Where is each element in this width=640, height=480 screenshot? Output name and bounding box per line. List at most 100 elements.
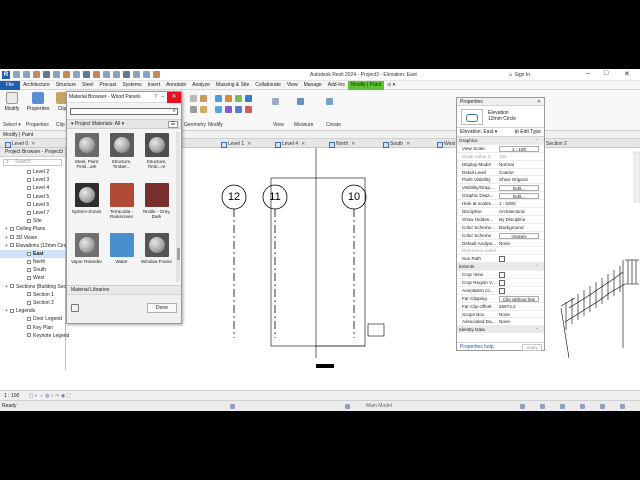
property-value[interactable]: ⌃ <box>535 263 544 271</box>
tab-systems[interactable]: Systems <box>119 81 144 90</box>
view-tab-west[interactable]: West <box>436 140 455 148</box>
edit-type-button[interactable]: ⊞ Edit Type <box>515 128 541 137</box>
tree-item[interactable]: Section 2 <box>0 299 65 307</box>
tab-view[interactable]: View <box>284 81 301 90</box>
measure-tool-icon[interactable] <box>297 98 304 105</box>
property-value[interactable]: ⌃ <box>535 137 544 145</box>
view-options-icon[interactable]: ☰ <box>168 121 178 128</box>
undo-icon[interactable] <box>43 71 50 78</box>
view-tab-level-1[interactable]: Level 1 ✕ <box>220 140 251 148</box>
apply-button[interactable]: Apply <box>522 344 542 351</box>
paint-icon[interactable] <box>200 106 207 113</box>
property-value[interactable]: None <box>499 311 539 319</box>
select-links-icon[interactable] <box>520 404 525 409</box>
material-tile[interactable]: Water <box>105 232 138 281</box>
property-value[interactable]: ⌃ <box>535 326 544 333</box>
tab-analyze[interactable]: Analyze <box>189 81 213 90</box>
view-tab-north[interactable]: North ✕ <box>328 140 355 148</box>
design-option-label[interactable]: Main Model <box>366 401 392 411</box>
view-scale[interactable]: 1 : 100 <box>4 393 19 399</box>
section-icon[interactable] <box>123 71 130 78</box>
copy-icon[interactable] <box>215 106 222 113</box>
trim-icon[interactable] <box>235 106 242 113</box>
tree-item[interactable]: West <box>0 274 65 282</box>
tab-manage[interactable]: Manage <box>301 81 325 90</box>
tag-icon[interactable] <box>93 71 100 78</box>
tree-group[interactable]: + Sections (Building Section) <box>0 283 76 291</box>
view-tab-south[interactable]: South ✕ <box>382 140 410 148</box>
tree-group[interactable]: + Elevations (12mm Circle) <box>0 242 72 250</box>
filter-icon[interactable]: ▾ <box>120 121 125 127</box>
property-value[interactable]: 1 : 5000 <box>499 200 539 208</box>
material-tile[interactable]: Vapor Retarder <box>70 232 103 281</box>
close-tab-icon[interactable]: ✕ <box>31 141 35 147</box>
properties-button[interactable]: Properties <box>26 92 50 112</box>
property-value[interactable]: Architectural <box>499 208 539 216</box>
create-material-icon[interactable] <box>71 304 79 312</box>
tab-steel[interactable]: Steel <box>79 81 96 90</box>
property-value[interactable]: Background <box>499 224 539 232</box>
sign-in-button[interactable]: ☺ Sign In <box>508 72 530 78</box>
material-tile[interactable]: Textile - Grey, Dark <box>140 182 173 231</box>
property-checkbox[interactable] <box>499 255 539 263</box>
select-pinned-icon[interactable] <box>560 404 565 409</box>
tree-group[interactable]: +3D Views <box>0 234 65 242</box>
property-value[interactable]: Show Original <box>499 176 539 184</box>
drag-elements-icon[interactable] <box>600 404 605 409</box>
view-tab-level-0[interactable]: Level 0 ✕ <box>4 140 35 148</box>
tree-item[interactable]: East <box>0 249 65 259</box>
property-value[interactable]: Normal <box>499 161 539 169</box>
tab-annotate[interactable]: Annotate <box>163 81 189 90</box>
select-underlay-icon[interactable] <box>540 404 545 409</box>
rotate-icon[interactable] <box>225 106 232 113</box>
close-tab-icon[interactable]: ✕ <box>406 141 410 147</box>
align-icon[interactable] <box>225 95 232 102</box>
tree-item[interactable]: Keynote Legend <box>0 332 69 340</box>
close-tab-icon[interactable]: ✕ <box>247 141 251 147</box>
redo-icon[interactable] <box>53 71 60 78</box>
property-value[interactable]: By Discipline <box>499 216 539 224</box>
select-dropdown[interactable]: Select ▾ <box>3 122 21 128</box>
modify-button[interactable]: Modify <box>3 92 21 112</box>
tab-modify-paint[interactable]: Modify | Paint <box>347 80 385 90</box>
property-value[interactable]: <none> <box>499 232 539 239</box>
view-tab-level-4[interactable]: Level 4 ✕ <box>274 140 305 148</box>
close-icon[interactable]: ✕ <box>537 98 541 106</box>
tree-item[interactable]: North <box>0 258 65 266</box>
print-icon[interactable] <box>63 71 70 78</box>
property-value[interactable]: 1 : 100 <box>499 145 539 152</box>
move-icon[interactable] <box>215 95 222 102</box>
close-tab-icon[interactable]: ✕ <box>301 141 305 147</box>
text-icon[interactable] <box>103 71 110 78</box>
worksharing-icon[interactable] <box>230 404 235 409</box>
done-button[interactable]: Done <box>147 303 177 313</box>
tree-item[interactable]: Level 5 <box>0 193 65 201</box>
close-tab-icon[interactable]: ✕ <box>351 141 355 147</box>
join-icon[interactable] <box>190 106 197 113</box>
minimize-icon[interactable]: – <box>160 92 166 103</box>
property-value[interactable]: Edit... <box>499 193 539 200</box>
tree-item[interactable]: Key Plan <box>0 324 65 332</box>
tab-add-ins[interactable]: Add-Ins <box>325 81 348 90</box>
tree-group[interactable]: + Legends <box>0 307 65 315</box>
revit-logo[interactable]: R <box>2 71 10 79</box>
tree-item[interactable]: South <box>0 266 65 274</box>
property-checkbox[interactable] <box>499 287 539 295</box>
tree-item[interactable]: Level 6 <box>0 201 65 209</box>
open-icon[interactable] <box>13 71 20 78</box>
property-value[interactable]: Edit... <box>499 185 539 192</box>
filter-count-icon[interactable] <box>620 404 625 409</box>
sync-icon[interactable] <box>33 71 40 78</box>
thin-lines-icon[interactable] <box>133 71 140 78</box>
tree-item[interactable]: Level 7 <box>0 209 65 217</box>
3d-view-icon[interactable] <box>113 71 120 78</box>
aligned-dimension-icon[interactable] <box>83 71 90 78</box>
tree-item[interactable]: Section 1 <box>0 291 65 299</box>
material-tile[interactable]: Window Frame <box>140 232 173 281</box>
property-category[interactable]: Graphics ⌃ <box>457 137 544 145</box>
close-icon[interactable]: ✕ <box>167 92 181 103</box>
navigation-bar[interactable] <box>633 151 640 203</box>
minimize-icon[interactable]: – <box>586 70 590 77</box>
tab-precast[interactable]: Precast <box>96 81 119 90</box>
material-section-header[interactable]: ▾ Project Materials: All ▾ ☰ <box>67 119 181 129</box>
